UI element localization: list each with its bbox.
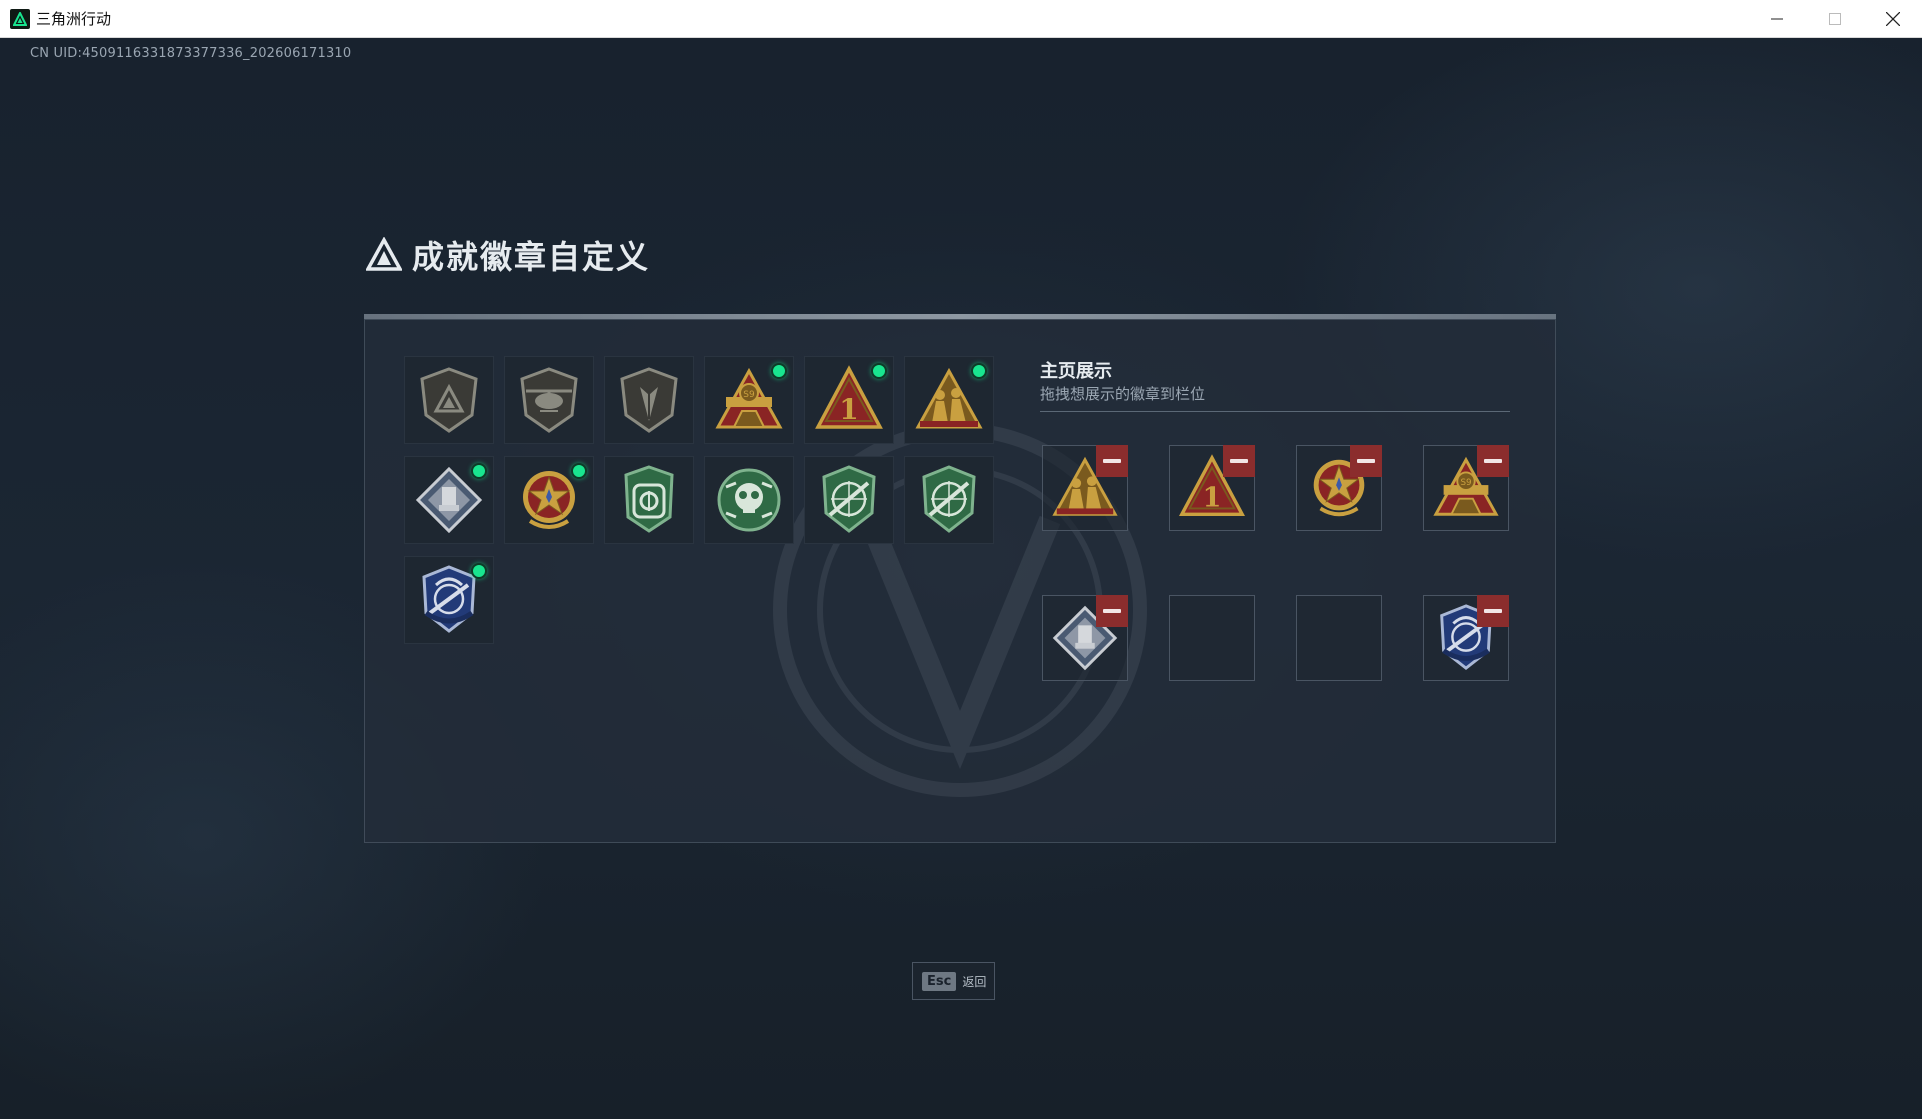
- window-title: 三角洲行动: [36, 10, 112, 28]
- back-button[interactable]: Esc 返回: [912, 962, 995, 1000]
- badge-item[interactable]: [804, 456, 894, 544]
- showcase-slot-filled[interactable]: [1042, 445, 1128, 531]
- esc-key-hint: Esc: [922, 971, 957, 991]
- delta-logo-icon: [366, 237, 402, 271]
- badge-item[interactable]: [404, 556, 494, 644]
- remove-badge-button[interactable]: [1350, 445, 1382, 477]
- maximize-icon: [1829, 13, 1841, 25]
- uid-label: CN UID:4509116331873377336_202606171310: [30, 46, 352, 61]
- remove-badge-button[interactable]: [1477, 445, 1509, 477]
- badge-item[interactable]: [504, 456, 594, 544]
- gray-helicopter-shield-badge-icon: [520, 367, 578, 433]
- svg-text:S9: S9: [1460, 478, 1471, 488]
- back-label: 返回: [962, 974, 987, 989]
- maximize-button[interactable]: [1806, 0, 1864, 38]
- window-titlebar: 三角洲行动: [0, 0, 1922, 38]
- badge-item[interactable]: [604, 456, 694, 544]
- new-indicator-dot: [471, 563, 487, 579]
- svg-text:S9: S9: [743, 390, 755, 400]
- new-indicator-dot: [471, 463, 487, 479]
- green-shield-badge-icon: [624, 465, 674, 533]
- new-indicator-dot: [871, 363, 887, 379]
- green-rifle-shield-badge-icon: [822, 465, 876, 533]
- minimize-button[interactable]: [1748, 0, 1806, 38]
- badge-item[interactable]: [704, 456, 794, 544]
- minimize-icon: [1771, 18, 1783, 20]
- showcase-slot-filled[interactable]: 1: [1169, 445, 1255, 531]
- showcase-slot-filled[interactable]: [1423, 595, 1509, 681]
- showcase-slot-empty[interactable]: [1169, 595, 1255, 681]
- remove-badge-button[interactable]: [1477, 595, 1509, 627]
- new-indicator-dot: [771, 363, 787, 379]
- app-logo-icon: [10, 8, 30, 29]
- svg-text:1: 1: [839, 393, 858, 426]
- close-icon: [1886, 12, 1900, 26]
- badge-item[interactable]: [904, 456, 994, 544]
- badge-item[interactable]: [404, 456, 494, 544]
- showcase-slot-empty[interactable]: [1296, 595, 1382, 681]
- badge-item[interactable]: [604, 356, 694, 444]
- gray-delta-shield-badge-icon: [420, 367, 478, 433]
- green-skull-badge-icon: [717, 468, 781, 532]
- close-button[interactable]: [1864, 0, 1922, 38]
- panel-heading: 成就徽章自定义: [366, 230, 650, 280]
- showcase-slot-filled[interactable]: [1042, 595, 1128, 681]
- remove-badge-button[interactable]: [1223, 445, 1255, 477]
- showcase-title: 主页展示: [1040, 361, 1112, 382]
- page-title: 成就徽章自定义: [412, 238, 651, 276]
- showcase-slot-filled[interactable]: S9: [1423, 445, 1509, 531]
- svg-text:1: 1: [1203, 481, 1222, 513]
- gray-arrow-shield-badge-icon: [620, 367, 678, 433]
- new-indicator-dot: [571, 463, 587, 479]
- green-rifle-shield-badge-icon: [922, 465, 976, 533]
- showcase-slot-filled[interactable]: [1296, 445, 1382, 531]
- badge-item[interactable]: [404, 356, 494, 444]
- badge-item[interactable]: 1: [804, 356, 894, 444]
- badge-item[interactable]: S9: [704, 356, 794, 444]
- badge-item[interactable]: [904, 356, 994, 444]
- showcase-subtitle: 拖拽想展示的徽章到栏位: [1040, 385, 1206, 403]
- remove-badge-button[interactable]: [1096, 445, 1128, 477]
- new-indicator-dot: [971, 363, 987, 379]
- badge-item[interactable]: [504, 356, 594, 444]
- showcase-divider: [1040, 411, 1510, 412]
- remove-badge-button[interactable]: [1096, 595, 1128, 627]
